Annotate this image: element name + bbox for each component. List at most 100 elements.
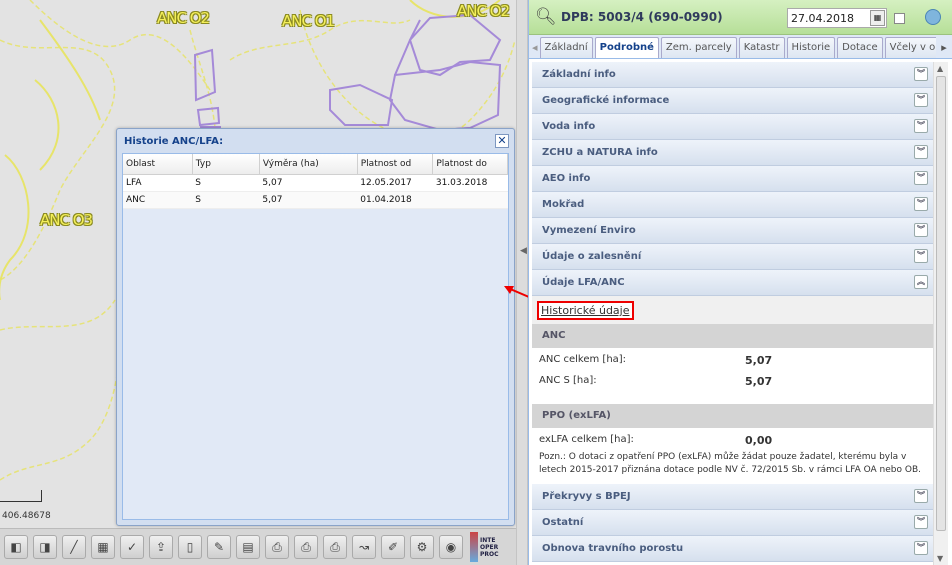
column-header-vymera[interactable]: Výměra (ha) <box>259 154 358 175</box>
print-preview-icon[interactable]: ⎙ <box>294 535 318 559</box>
date-field[interactable]: 27.04.2018 ▦ <box>787 8 887 28</box>
map-scale-bar <box>0 490 42 502</box>
cell-platnost-od: 12.05.2017 <box>357 174 433 192</box>
cell-oblast: ANC <box>123 191 193 209</box>
collapse-arrow-icon[interactable]: ◀ <box>520 246 527 256</box>
brand-logo: INTE OPER PROC <box>470 530 510 564</box>
map-label: ANC O2 <box>157 9 210 27</box>
dialog-title[interactable]: Historie ANC/LFA: ✕ <box>117 129 514 153</box>
measure-line-icon[interactable]: ╱ <box>62 535 86 559</box>
expand-icon[interactable]: ︾ <box>914 541 928 555</box>
anc-row: ANC S [ha]: 5,07 <box>539 375 773 388</box>
anc-row: ANC celkem [ha]: 5,07 <box>539 354 773 367</box>
history-dialog: Historie ANC/LFA: ✕ Oblast Typ Výměra (h… <box>116 128 515 526</box>
expand-icon[interactable]: ︾ <box>914 119 928 133</box>
tab-zakladni[interactable]: Základní <box>539 37 593 58</box>
cell-platnost-do <box>432 191 508 209</box>
scroll-down-icon[interactable]: ▼ <box>937 554 943 563</box>
paint-icon[interactable]: ✐ <box>381 535 405 559</box>
column-header-platnost-do[interactable]: Platnost do <box>432 154 508 175</box>
tab-zem-parcely[interactable]: Zem. parcely <box>660 37 737 58</box>
print-pdf-icon[interactable]: ⎙ <box>323 535 347 559</box>
expand-icon[interactable]: ︾ <box>914 515 928 529</box>
anc-subheader: ANC <box>532 324 933 348</box>
map-label: ANC O1 <box>282 12 335 30</box>
section-zchu-natura[interactable]: ZCHU a NATURA info ︾ <box>532 140 933 166</box>
expand-icon[interactable]: ︾ <box>914 93 928 107</box>
cell-platnost-od: 01.04.2018 <box>357 191 433 209</box>
grid-icon[interactable]: ▤ <box>236 535 260 559</box>
map-toolbar: ◧ ◨ ╱ ▦ ✓ ⇪ ▯ ✎ ▤ ⎙ ⎙ ⎙ ↝ ✐ ⚙ ◉ INTE OPE… <box>0 528 520 565</box>
lfa-anc-body: Historické údaje ANC ANC celkem [ha]: 5,… <box>532 296 933 484</box>
print-icon[interactable]: ⎙ <box>265 535 289 559</box>
table-row[interactable]: LFA S 5,07 12.05.2017 31.03.2018 <box>123 174 508 192</box>
export-icon[interactable]: ⇪ <box>149 535 173 559</box>
collapse-icon[interactable]: ︽ <box>914 275 928 289</box>
zoom-in-icon[interactable]: ◨ <box>33 535 57 559</box>
section-mokrad[interactable]: Mokřad ︾ <box>532 192 933 218</box>
section-vymezeni-enviro[interactable]: Vymezení Enviro ︾ <box>532 218 933 244</box>
cell-vymera: 5,07 <box>259 174 358 192</box>
expand-icon[interactable]: ︾ <box>914 197 928 211</box>
calendar-icon[interactable]: ▦ <box>870 10 885 26</box>
expand-icon[interactable]: ︾ <box>914 171 928 185</box>
column-header-typ[interactable]: Typ <box>192 154 260 175</box>
expand-icon[interactable]: ︾ <box>914 145 928 159</box>
column-header-platnost-od[interactable]: Platnost od <box>357 154 434 175</box>
ppo-subheader: PPO (exLFA) <box>532 404 933 428</box>
section-zakladni-info[interactable]: Základní info ︾ <box>532 62 933 88</box>
map-label: ANC O2 <box>457 2 510 20</box>
expand-icon[interactable]: ︾ <box>914 489 928 503</box>
section-udaje-zalesneni[interactable]: Údaje o zalesnění ︾ <box>532 244 933 270</box>
cell-oblast: LFA <box>123 174 193 192</box>
section-aeo-info[interactable]: AEO info ︾ <box>532 166 933 192</box>
tab-podrobne[interactable]: Podrobné <box>594 37 659 58</box>
eye-icon[interactable]: ◉ <box>439 535 463 559</box>
map-coordinate-readout: 406.48678 <box>2 511 51 521</box>
tab-scroll-left-icon[interactable]: ◂ <box>532 38 538 58</box>
measure-area-icon[interactable]: ▦ <box>91 535 115 559</box>
cell-vymera: 5,07 <box>259 191 358 209</box>
document-icon[interactable]: ▯ <box>178 535 202 559</box>
refresh-icon[interactable] <box>925 9 941 25</box>
section-udaje-lfa-anc[interactable]: Údaje LFA/ANC ︽ <box>532 270 933 296</box>
select-icon[interactable]: ✓ <box>120 535 144 559</box>
vertical-scrollbar[interactable]: ▲ ▼ <box>933 62 948 565</box>
route-icon[interactable]: ↝ <box>352 535 376 559</box>
close-icon[interactable]: ✕ <box>495 134 509 148</box>
settings-gear-icon[interactable]: ⚙ <box>410 535 434 559</box>
detail-panel: 🔍︎ DPB: 5003/4 (690-0990) 27.04.2018 ▦ ◂… <box>528 0 952 565</box>
panel-header: 🔍︎ DPB: 5003/4 (690-0990) 27.04.2018 ▦ <box>529 0 952 35</box>
ppo-note: Pozn.: O dotaci z opatření PPO (exLFA) m… <box>539 452 921 475</box>
dpb-title: DPB: 5003/4 (690-0990) <box>561 10 723 24</box>
cell-typ: S <box>192 174 260 192</box>
scroll-thumb[interactable] <box>936 76 946 531</box>
section-prekryvy-bpej[interactable]: Překryvy s BPEJ ︾ <box>532 484 933 510</box>
tab-historie[interactable]: Historie <box>786 37 836 58</box>
cell-platnost-do: 31.03.2018 <box>432 174 508 192</box>
zoom-out-icon[interactable]: ◧ <box>4 535 28 559</box>
section-ostatni[interactable]: Ostatní ︾ <box>532 510 933 536</box>
section-voda-info[interactable]: Voda info ︾ <box>532 114 933 140</box>
expand-icon[interactable]: ︾ <box>914 67 928 81</box>
table-row[interactable]: ANC S 5,07 01.04.2018 <box>123 191 508 209</box>
column-header-oblast[interactable]: Oblast <box>123 154 193 175</box>
magnifier-icon[interactable]: 🔍︎ <box>535 7 559 27</box>
section-obnova-travniho-porostu[interactable]: Obnova travního porostu ︾ <box>532 536 933 562</box>
cell-typ: S <box>192 191 260 209</box>
detail-content: Základní info ︾ Geografické informace ︾ Vo… <box>532 62 933 565</box>
history-grid: Oblast Typ Výměra (ha) Platnost od Platn… <box>122 153 509 520</box>
date-checkbox[interactable] <box>894 13 905 24</box>
tab-dotace[interactable]: Dotace <box>837 37 883 58</box>
expand-icon[interactable]: ︾ <box>914 223 928 237</box>
tab-scroll-right-icon[interactable]: ▸ <box>936 37 952 58</box>
tab-katastr[interactable]: Katastr <box>738 37 785 58</box>
tab-strip: ◂ Základní Podrobné Zem. parcely Katastr… <box>529 35 952 59</box>
section-geograficke-informace[interactable]: Geografické informace ︾ <box>532 88 933 114</box>
expand-icon[interactable]: ︾ <box>914 249 928 263</box>
historicke-udaje-link[interactable]: Historické údaje <box>537 301 634 320</box>
scroll-up-icon[interactable]: ▲ <box>937 64 943 73</box>
edit-icon[interactable]: ✎ <box>207 535 231 559</box>
map-label: ANC O3 <box>40 211 93 229</box>
ppo-row: exLFA celkem [ha]: 0,00 <box>539 434 773 447</box>
